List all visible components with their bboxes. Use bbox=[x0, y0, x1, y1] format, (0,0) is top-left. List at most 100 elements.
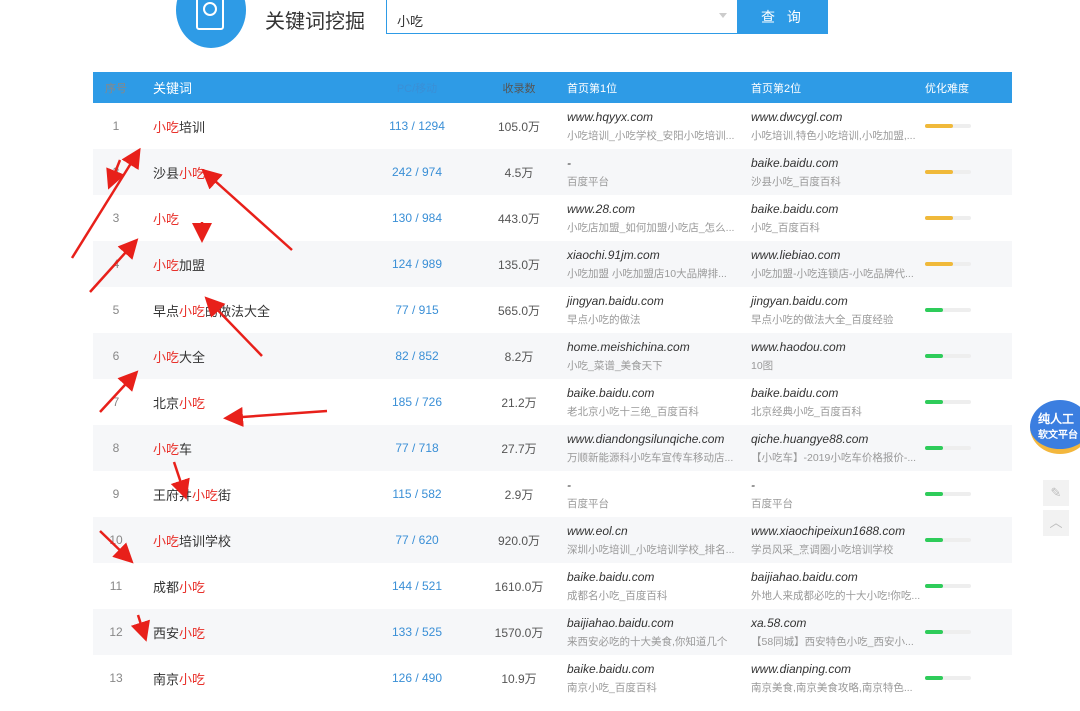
rank2-domain[interactable]: baike.baidu.com bbox=[751, 202, 925, 216]
keyword[interactable]: 小吃 bbox=[139, 195, 347, 241]
rank2-cell: jingyan.baidu.com早点小吃的做法大全_百度经验 bbox=[735, 287, 925, 333]
index-count: 21.2万 bbox=[487, 379, 551, 425]
difficulty-fill bbox=[925, 216, 953, 220]
keyword[interactable]: 小吃培训 bbox=[139, 103, 347, 149]
rank2-domain[interactable]: baike.baidu.com bbox=[751, 386, 925, 400]
pc-mobile-value[interactable]: 77 / 718 bbox=[347, 425, 487, 471]
rank1-domain[interactable]: www.hqyyx.com bbox=[567, 110, 735, 124]
difficulty-fill bbox=[925, 584, 943, 588]
rank2-domain[interactable]: baijiahao.baidu.com bbox=[751, 570, 925, 584]
rank1-domain[interactable]: jingyan.baidu.com bbox=[567, 294, 735, 308]
dropdown-caret-icon[interactable] bbox=[719, 13, 727, 18]
rank1-domain[interactable]: - bbox=[567, 156, 735, 170]
difficulty-bar bbox=[925, 216, 971, 220]
rank1-domain[interactable]: xiaochi.91jm.com bbox=[567, 248, 735, 262]
keyword-suffix: 大全 bbox=[179, 350, 205, 365]
search-value: 小吃 bbox=[397, 14, 423, 29]
rank1-title: 百度平台 bbox=[567, 496, 735, 511]
rank1-domain[interactable]: www.diandongsilunqiche.com bbox=[567, 432, 735, 446]
keyword[interactable]: 小吃车 bbox=[139, 425, 347, 471]
rank1-title: 百度平台 bbox=[567, 174, 735, 189]
index-count: 2.9万 bbox=[487, 471, 551, 517]
rank2-domain[interactable]: www.liebiao.com bbox=[751, 248, 925, 262]
pc-mobile-value[interactable]: 130 / 984 bbox=[347, 195, 487, 241]
rank1-domain[interactable]: baike.baidu.com bbox=[567, 386, 735, 400]
pc-mobile-value[interactable]: 77 / 915 bbox=[347, 287, 487, 333]
keyword[interactable]: 北京小吃 bbox=[139, 379, 347, 425]
pc-mobile-value[interactable]: 126 / 490 bbox=[347, 655, 487, 701]
rank1-cell: www.eol.cn深圳小吃培训_小吃培训学校_排名... bbox=[551, 517, 735, 563]
rank2-title: 小吃培训,特色小吃培训,小吃加盟,... bbox=[751, 128, 925, 143]
table-row: 1 小吃培训 113 / 1294 105.0万 www.hqyyx.com小吃… bbox=[93, 103, 1012, 149]
rank2-cell: baike.baidu.com沙县小吃_百度百科 bbox=[735, 149, 925, 195]
rank2-title: 学员风采_烹调圈小吃培训学校 bbox=[751, 542, 925, 557]
keyword[interactable]: 南京小吃 bbox=[139, 655, 347, 701]
rank2-title: 小吃加盟-小吃连锁店-小吃品牌代... bbox=[751, 266, 925, 281]
difficulty-fill bbox=[925, 124, 953, 128]
pc-mobile-value[interactable]: 77 / 620 bbox=[347, 517, 487, 563]
rank1-domain[interactable]: home.meishichina.com bbox=[567, 340, 735, 354]
keyword[interactable]: 小吃加盟 bbox=[139, 241, 347, 287]
difficulty-cell bbox=[925, 471, 1012, 517]
rank1-domain[interactable]: baijiahao.baidu.com bbox=[567, 616, 735, 630]
keyword[interactable]: 早点小吃的做法大全 bbox=[139, 287, 347, 333]
chevron-up-icon[interactable]: ︿ bbox=[1043, 510, 1069, 536]
pc-mobile-value[interactable]: 124 / 989 bbox=[347, 241, 487, 287]
difficulty-cell bbox=[925, 149, 1012, 195]
rank2-domain[interactable]: www.dianping.com bbox=[751, 662, 925, 676]
query-button[interactable]: 查 询 bbox=[738, 0, 828, 34]
keyword-prefix: 西安 bbox=[153, 626, 179, 641]
difficulty-bar bbox=[925, 400, 971, 404]
difficulty-fill bbox=[925, 446, 943, 450]
rank1-cell: baijiahao.baidu.com来西安必吃的十大美食,你知道几个 bbox=[551, 609, 735, 655]
rank2-domain[interactable]: jingyan.baidu.com bbox=[751, 294, 925, 308]
keyword[interactable]: 沙县小吃 bbox=[139, 149, 347, 195]
rank2-cell: baijiahao.baidu.com外地人来成都必吃的十大小吃!你吃... bbox=[735, 563, 925, 609]
rank2-domain[interactable]: www.haodou.com bbox=[751, 340, 925, 354]
rank1-domain[interactable]: - bbox=[567, 478, 735, 492]
pc-mobile-value[interactable]: 144 / 521 bbox=[347, 563, 487, 609]
rank1-domain[interactable]: www.eol.cn bbox=[567, 524, 735, 538]
table-row: 8 小吃车 77 / 718 27.7万 www.diandongsilunqi… bbox=[93, 425, 1012, 471]
rank2-domain[interactable]: qiche.huangye88.com bbox=[751, 432, 925, 446]
difficulty-fill bbox=[925, 170, 953, 174]
keyword-suffix: 车 bbox=[179, 442, 192, 457]
keyword[interactable]: 小吃大全 bbox=[139, 333, 347, 379]
rank2-cell: xa.58.com【58同城】西安特色小吃_西安小... bbox=[735, 609, 925, 655]
keyword-search-input[interactable]: 小吃 bbox=[386, 0, 738, 34]
rank2-domain[interactable]: www.xiaochipeixun1688.com bbox=[751, 524, 925, 538]
difficulty-fill bbox=[925, 492, 943, 496]
promo-badge[interactable]: 纯人工软文平台 bbox=[1030, 400, 1080, 454]
rank2-domain[interactable]: baike.baidu.com bbox=[751, 156, 925, 170]
rank1-domain[interactable]: www.28.com bbox=[567, 202, 735, 216]
rank1-title: 老北京小吃十三绝_百度百科 bbox=[567, 404, 735, 419]
pc-mobile-value[interactable]: 115 / 582 bbox=[347, 471, 487, 517]
pc-mobile-value[interactable]: 82 / 852 bbox=[347, 333, 487, 379]
pencil-icon[interactable]: ✎ bbox=[1043, 480, 1069, 506]
rank1-title: 万顺新能源科小吃车宣传车移动店... bbox=[567, 450, 735, 465]
keyword[interactable]: 西安小吃 bbox=[139, 609, 347, 655]
keyword-highlight: 小吃 bbox=[179, 580, 205, 595]
pc-mobile-value[interactable]: 113 / 1294 bbox=[347, 103, 487, 149]
keyword[interactable]: 小吃培训学校 bbox=[139, 517, 347, 563]
pc-mobile-value[interactable]: 242 / 974 bbox=[347, 149, 487, 195]
rank2-domain[interactable]: xa.58.com bbox=[751, 616, 925, 630]
keyword[interactable]: 王府井小吃街 bbox=[139, 471, 347, 517]
rank2-cell: www.xiaochipeixun1688.com 学员风采_烹调圈小吃培训学校 bbox=[735, 517, 925, 563]
table-row: 11 成都小吃 144 / 521 1610.0万 baike.baidu.co… bbox=[93, 563, 1012, 609]
rank2-domain[interactable]: - bbox=[751, 478, 925, 492]
rank1-domain[interactable]: baike.baidu.com bbox=[567, 662, 735, 676]
rank1-title: 南京小吃_百度百科 bbox=[567, 680, 735, 695]
rank1-domain[interactable]: baike.baidu.com bbox=[567, 570, 735, 584]
rank2-domain[interactable]: www.dwcygl.com bbox=[751, 110, 925, 124]
rank1-cell: - 百度平台 bbox=[551, 149, 735, 195]
table-row: 6 小吃大全 82 / 852 8.2万 home.meishichina.co… bbox=[93, 333, 1012, 379]
rank1-cell: xiaochi.91jm.com小吃加盟 小吃加盟店10大品牌排... bbox=[551, 241, 735, 287]
pc-mobile-value[interactable]: 185 / 726 bbox=[347, 379, 487, 425]
keyword[interactable]: 成都小吃 bbox=[139, 563, 347, 609]
keyword-highlight: 小吃 bbox=[153, 258, 179, 273]
index-count: 920.0万 bbox=[487, 517, 551, 563]
index-count: 8.2万 bbox=[487, 333, 551, 379]
pc-mobile-value[interactable]: 133 / 525 bbox=[347, 609, 487, 655]
rank1-title: 小吃培训_小吃学校_安阳小吃培训... bbox=[567, 128, 735, 143]
